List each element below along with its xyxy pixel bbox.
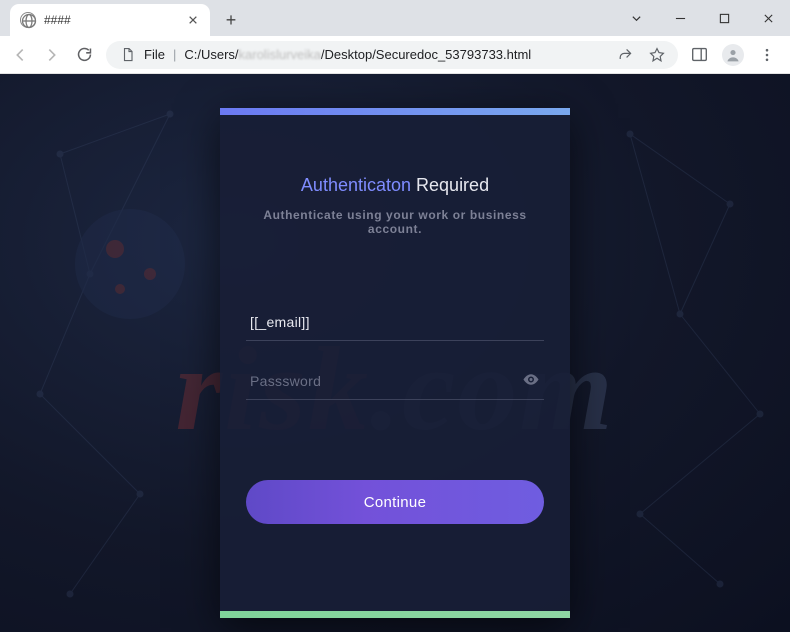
tabstrip: #### + [10, 4, 244, 36]
eye-icon[interactable] [522, 371, 540, 394]
auth-card: Authenticaton Required Authenticate usin… [220, 108, 570, 618]
chevron-down-icon[interactable] [614, 3, 658, 33]
card-accent-top [220, 108, 570, 115]
new-tab-button[interactable]: + [218, 7, 244, 33]
browser-toolbar: File | C:/Users/karolislurveika/Desktop/… [0, 36, 790, 74]
back-button[interactable] [10, 45, 30, 65]
card-subtitle: Authenticate using your work or business… [246, 208, 544, 236]
title-brand: Authenticaton [301, 175, 411, 195]
password-field-wrap [246, 365, 544, 400]
tab-title: #### [44, 13, 71, 27]
share-icon[interactable] [616, 46, 634, 64]
maximize-button[interactable] [702, 3, 746, 33]
globe-icon [20, 12, 36, 28]
profile-avatar[interactable] [722, 44, 744, 66]
window-titlebar: #### + [0, 0, 790, 36]
card-title: Authenticaton Required [246, 175, 544, 196]
close-window-button[interactable] [746, 3, 790, 33]
email-field[interactable] [250, 314, 540, 330]
file-icon [118, 46, 136, 64]
password-field[interactable] [250, 373, 540, 389]
toolbar-right [690, 44, 780, 66]
browser-tab[interactable]: #### [10, 4, 210, 36]
title-rest: Required [416, 175, 489, 195]
url-path: C:/Users/karolislurveika/Desktop/Secured… [184, 47, 531, 62]
window-controls [614, 0, 790, 36]
star-icon[interactable] [648, 46, 666, 64]
close-tab-icon[interactable] [186, 13, 200, 27]
continue-button[interactable]: Continue [246, 480, 544, 524]
card-accent-bottom [220, 611, 570, 618]
url-scheme: File [144, 47, 165, 62]
reload-button[interactable] [74, 45, 94, 65]
forward-button[interactable] [42, 45, 62, 65]
minimize-button[interactable] [658, 3, 702, 33]
email-field-wrap [246, 306, 544, 341]
menu-icon[interactable] [758, 46, 776, 64]
address-bar[interactable]: File | C:/Users/karolislurveika/Desktop/… [106, 41, 678, 69]
page-viewport: risk.com Authenticaton Required Authenti… [0, 74, 790, 632]
side-panel-icon[interactable] [690, 46, 708, 64]
